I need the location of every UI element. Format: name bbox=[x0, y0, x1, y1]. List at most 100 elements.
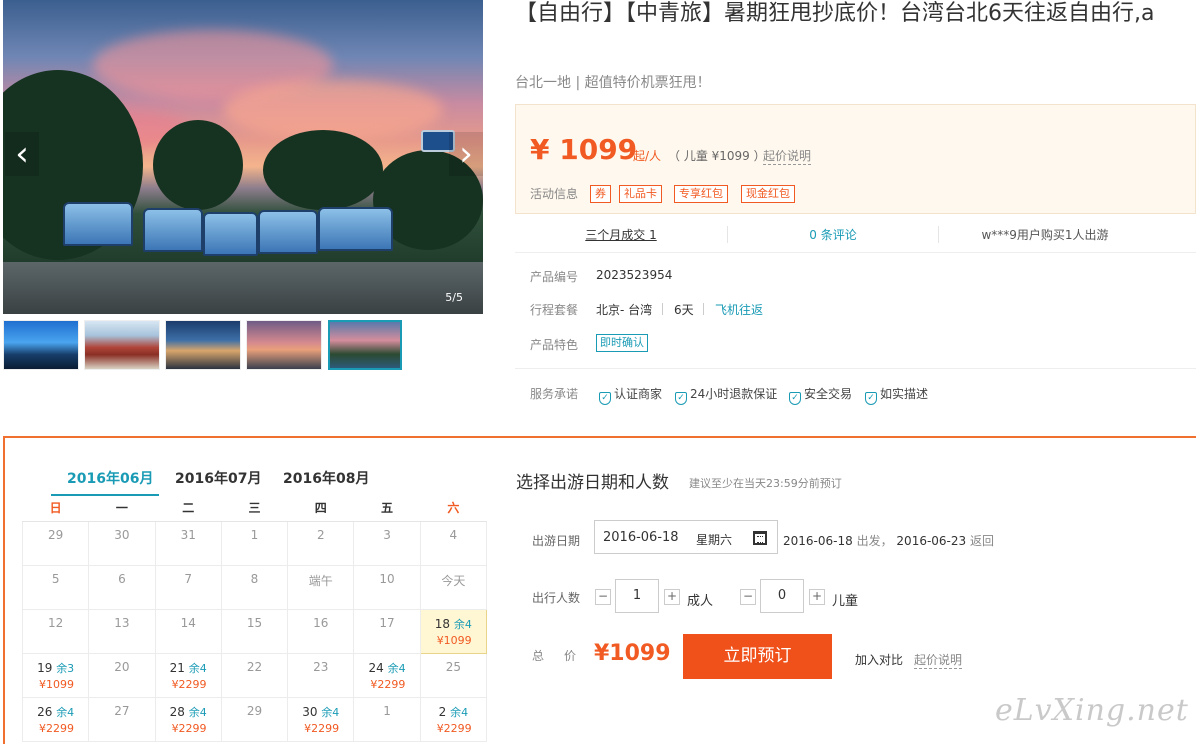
day-number: 30 bbox=[114, 527, 130, 542]
day-number: 17 bbox=[379, 615, 395, 630]
adult-plus-button[interactable]: + bbox=[664, 589, 680, 605]
day-price: ¥2299 bbox=[171, 677, 207, 691]
child-plus-button[interactable]: + bbox=[809, 589, 825, 605]
book-now-button[interactable]: 立即预订 bbox=[683, 634, 832, 679]
thumbnail-strip bbox=[3, 320, 483, 372]
calendar-day-available[interactable]: 19 余3 ¥1099 bbox=[21, 652, 90, 698]
departure-date-input[interactable]: 2016-06-18 星期六 bbox=[594, 520, 778, 554]
day-number: 5 bbox=[51, 571, 60, 586]
day-number: 28 bbox=[169, 704, 185, 719]
thumbnail-5-selected[interactable] bbox=[328, 320, 402, 370]
day-number: 1 bbox=[383, 703, 391, 718]
thumbnail-3[interactable] bbox=[165, 320, 241, 370]
day-number: 14 bbox=[180, 615, 196, 630]
chevron-left-icon: ‹ bbox=[15, 134, 29, 174]
weekday-5: 五 bbox=[353, 495, 421, 522]
day-number: 21 bbox=[169, 660, 185, 675]
calendar-day: 12 bbox=[21, 608, 90, 654]
calendar-icon[interactable] bbox=[753, 531, 767, 545]
calendar-day-available[interactable]: 24 余4 ¥2299 bbox=[353, 652, 421, 698]
calendar-day: 17 bbox=[353, 608, 421, 654]
weekday-2: 二 bbox=[155, 495, 222, 522]
weekday-1: 一 bbox=[88, 495, 156, 522]
day-number: 16 bbox=[313, 615, 329, 630]
calendar-day: 29 bbox=[21, 520, 90, 566]
booking-title: 选择出游日期和人数 bbox=[516, 473, 669, 493]
adult-count-input[interactable]: 1 bbox=[615, 579, 659, 613]
cash-red-packet-tag[interactable]: 现金红包 bbox=[741, 185, 795, 203]
thumbnail-4[interactable] bbox=[246, 320, 322, 370]
calendar-day-available[interactable]: 30 余4 ¥2299 bbox=[287, 696, 355, 742]
remaining-seats: 余4 bbox=[450, 705, 469, 719]
calendar-day: 6 bbox=[88, 564, 156, 610]
calendar-week: 12 13 14 15 16 17 18 余4 ¥1099 bbox=[21, 608, 488, 654]
calendar-day-available[interactable]: 26 余4 ¥2299 bbox=[21, 696, 90, 742]
prev-photo-button[interactable]: ‹ bbox=[5, 132, 39, 176]
calendar-day: 23 bbox=[287, 652, 355, 698]
photo-gallery: ‹ › 5/5 bbox=[3, 0, 483, 372]
calendar-day: 29 bbox=[220, 696, 289, 742]
day-number: 2 bbox=[438, 704, 447, 719]
day-number: 25 bbox=[445, 659, 461, 674]
sales-count-link[interactable]: 三个月成交 1 bbox=[515, 226, 727, 243]
day-number: 10 bbox=[379, 571, 395, 586]
calendar-day: 13 bbox=[88, 608, 156, 654]
reviews-link[interactable]: 0 条评论 bbox=[727, 226, 939, 243]
weekday-6: 六 bbox=[420, 495, 487, 522]
photo-tree bbox=[263, 130, 383, 210]
day-number: 23 bbox=[313, 659, 329, 674]
calendar-day: 31 bbox=[154, 520, 222, 566]
day-number: 1 bbox=[250, 527, 259, 542]
package-days: 6天 bbox=[674, 303, 694, 317]
remaining-seats: 余4 bbox=[453, 617, 472, 631]
chevron-right-icon: › bbox=[459, 134, 473, 174]
calendar-day: 1 bbox=[353, 696, 421, 742]
calendar-day: 20 bbox=[88, 652, 156, 698]
calendar-day-available[interactable]: 28 余4 ¥2299 bbox=[154, 696, 222, 742]
departure-calendar: 日一二三四五六 29 30 31 1 2 3 4 5 6 7 8 端午 10 今天 12 13 14 15 16 17… bbox=[21, 495, 488, 742]
package-transport-link[interactable]: 飞机往返 bbox=[715, 301, 763, 318]
total-label: 总价 bbox=[532, 649, 597, 663]
tab-month-june[interactable]: 2016年06月 bbox=[67, 468, 153, 488]
shield-check-icon: ✓ bbox=[789, 392, 801, 405]
coupon-tag[interactable]: 券 bbox=[590, 185, 611, 203]
day-number: 29 bbox=[246, 703, 263, 718]
calendar-day: 10 bbox=[353, 564, 421, 610]
activity-label: 活动信息 bbox=[530, 187, 579, 201]
tab-month-august[interactable]: 2016年08月 bbox=[283, 468, 369, 488]
add-to-compare-link[interactable]: 加入对比 bbox=[855, 651, 903, 668]
day-number: 2 bbox=[316, 527, 325, 542]
thumbnail-2[interactable] bbox=[84, 320, 160, 370]
service-item: ✓ 认证商家 bbox=[599, 385, 662, 405]
adult-minus-button[interactable]: − bbox=[595, 589, 611, 605]
gift-card-tag[interactable]: 礼品卡 bbox=[619, 185, 662, 203]
tab-month-july[interactable]: 2016年07月 bbox=[175, 468, 261, 488]
calendar-day-available[interactable]: 21 余4 ¥2299 bbox=[154, 652, 222, 698]
child-count-input[interactable]: 0 bbox=[760, 579, 804, 613]
weekday-3: 三 bbox=[221, 495, 288, 522]
recent-purchase: w***9用户购买1人出游 bbox=[981, 228, 1109, 242]
day-number: 13 bbox=[114, 615, 130, 630]
main-photo: ‹ › 5/5 bbox=[3, 0, 483, 314]
calendar-day-available[interactable]: 18 余4 ¥1099 bbox=[419, 608, 488, 654]
people-label: 出行人数 bbox=[532, 591, 581, 605]
day-number: 22 bbox=[246, 659, 263, 674]
exclusive-red-packet-tag[interactable]: 专享红包 bbox=[674, 185, 728, 203]
remaining-seats: 余4 bbox=[56, 705, 75, 719]
start-price-note-link[interactable]: 起价说明 bbox=[763, 147, 812, 165]
day-price: ¥2299 bbox=[39, 721, 74, 735]
day-number: 24 bbox=[368, 660, 384, 675]
service-item: ✓ 安全交易 bbox=[789, 385, 852, 405]
thumbnail-1[interactable] bbox=[3, 320, 79, 370]
child-minus-button[interactable]: − bbox=[740, 589, 756, 605]
day-number: 27 bbox=[114, 703, 130, 718]
day-price: ¥2299 bbox=[171, 721, 207, 735]
service-item: ✓ 24小时退款保证 bbox=[675, 385, 777, 405]
next-photo-button[interactable]: › bbox=[449, 132, 483, 176]
date-label: 出游日期 bbox=[532, 534, 581, 548]
calendar-day-available[interactable]: 2 余4 ¥2299 bbox=[419, 696, 488, 742]
day-number: 19 bbox=[37, 660, 53, 675]
day-price: ¥2299 bbox=[370, 677, 406, 691]
start-price-note-link[interactable]: 起价说明 bbox=[914, 651, 963, 669]
total-price: ¥1099 bbox=[594, 641, 671, 666]
